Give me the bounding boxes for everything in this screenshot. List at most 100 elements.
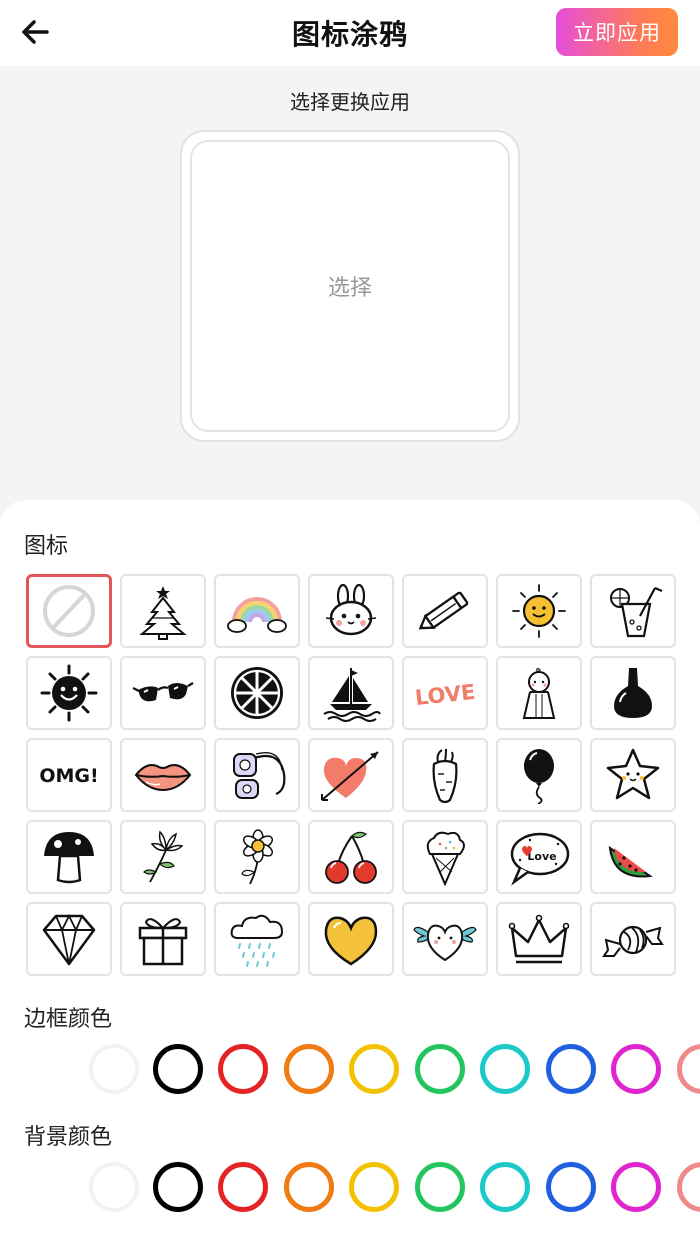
icon-option-heart-arrow[interactable] <box>308 738 394 812</box>
icon-option-crown[interactable] <box>496 902 582 976</box>
icon-grid: LOVE OMG! Love <box>26 574 676 976</box>
border-color-swatch[interactable] <box>546 1044 596 1094</box>
background-color-swatch[interactable] <box>546 1162 596 1212</box>
crown-icon <box>508 914 570 964</box>
border-color-swatch[interactable] <box>611 1044 661 1094</box>
border-color-swatch[interactable] <box>153 1044 203 1094</box>
background-color-swatch[interactable] <box>89 1162 139 1212</box>
icon-option-black-sun[interactable] <box>26 656 112 730</box>
svg-text:LOVE: LOVE <box>414 680 477 710</box>
icon-option-headphones[interactable] <box>214 738 300 812</box>
heart-arrow-icon <box>321 751 379 801</box>
icon-option-pencil[interactable] <box>402 574 488 648</box>
background-color-swatch[interactable] <box>284 1162 334 1212</box>
border-color-swatch[interactable] <box>284 1044 334 1094</box>
icon-option-carrot[interactable] <box>402 738 488 812</box>
icon-option-diamond[interactable] <box>26 902 112 976</box>
icon-option-mushroom[interactable] <box>26 820 112 894</box>
border-color-swatch[interactable] <box>677 1044 700 1094</box>
omg-text-icon: OMG! <box>39 765 98 787</box>
icons-section-label: 图标 <box>24 534 69 559</box>
icon-preview-frame[interactable]: 选择 <box>180 130 520 442</box>
icon-option-christmas-tree[interactable] <box>120 574 206 648</box>
back-button[interactable] <box>20 12 64 52</box>
icon-option-candy[interactable] <box>590 902 676 976</box>
diamond-icon <box>42 913 96 966</box>
border-color-swatch[interactable] <box>480 1044 530 1094</box>
background-color-swatch[interactable] <box>415 1162 465 1212</box>
icon-option-rain-cloud[interactable] <box>214 902 300 976</box>
pencil-icon <box>418 591 469 630</box>
svg-text:Love: Love <box>527 850 556 863</box>
love-speech-bubble-icon: Love <box>510 832 570 886</box>
candy-icon <box>602 925 664 957</box>
background-color-swatch[interactable] <box>349 1162 399 1212</box>
headphones-icon <box>233 752 286 799</box>
mushroom-icon <box>44 832 94 884</box>
background-color-swatch[interactable] <box>677 1162 700 1212</box>
icon-option-balloon[interactable] <box>496 738 582 812</box>
icon-option-omg-text[interactable]: OMG! <box>26 738 112 812</box>
sailboat-icon <box>323 668 381 722</box>
christmas-tree-icon <box>139 586 187 640</box>
icon-option-bunny[interactable] <box>308 574 394 648</box>
daisy-icon <box>241 829 274 885</box>
icon-option-sun-face[interactable] <box>496 574 582 648</box>
icon-option-sailboat[interactable] <box>308 656 394 730</box>
preview-subtitle: 选择更换应用 <box>290 90 410 114</box>
icon-option-love-bubble[interactable]: Love <box>496 820 582 894</box>
border-color-swatch[interactable] <box>415 1044 465 1094</box>
bunny-icon <box>325 583 377 636</box>
border-color-section-label: 边框颜色 <box>24 1007 113 1032</box>
icon-option-gift-box[interactable] <box>120 902 206 976</box>
apply-now-button[interactable]: 立即应用 <box>556 8 678 56</box>
icon-option-yellow-heart[interactable] <box>308 902 394 976</box>
lips-icon <box>134 764 192 792</box>
border-color-swatches <box>0 1040 700 1098</box>
lemonade-icon <box>610 586 663 638</box>
gift-box-icon <box>138 918 188 966</box>
black-sun-icon <box>40 664 98 722</box>
top-bar: 图标涂鸦 立即应用 <box>0 0 700 66</box>
background-color-swatch[interactable] <box>480 1162 530 1212</box>
icon-option-daisy[interactable] <box>214 820 300 894</box>
border-color-swatch[interactable] <box>218 1044 268 1094</box>
icon-option-rainbow[interactable] <box>214 574 300 648</box>
background-color-swatch[interactable] <box>153 1162 203 1212</box>
icon-option-love-text[interactable]: LOVE <box>402 656 488 730</box>
sun-face-icon <box>512 584 566 638</box>
border-color-swatch[interactable] <box>349 1044 399 1094</box>
nail-polish-icon <box>614 668 652 718</box>
icon-option-teru-teru-doll[interactable] <box>496 656 582 730</box>
winged-heart-icon <box>413 924 477 962</box>
icon-option-lemonade[interactable] <box>590 574 676 648</box>
arrow-left-icon <box>22 20 49 44</box>
icon-option-flower-stem[interactable] <box>120 820 206 894</box>
rain-cloud-icon <box>230 914 284 967</box>
icon-option-lemon-slice[interactable] <box>214 656 300 730</box>
select-app-button[interactable]: 选择 <box>190 140 510 432</box>
background-color-swatch[interactable] <box>611 1162 661 1212</box>
icon-option-ice-cream[interactable] <box>402 820 488 894</box>
icon-option-lips[interactable] <box>120 738 206 812</box>
love-text-icon: LOVE <box>414 680 477 710</box>
background-color-swatches <box>0 1158 700 1216</box>
icon-option-winged-heart[interactable] <box>402 902 488 976</box>
icon-option-watermelon[interactable] <box>590 820 676 894</box>
lemon-slice-icon <box>231 667 283 719</box>
svg-text:OMG!: OMG! <box>39 765 98 787</box>
icon-option-sunglasses[interactable] <box>120 656 206 730</box>
select-placeholder: 选择 <box>327 276 372 301</box>
ice-cream-icon <box>426 831 465 886</box>
sunglasses-icon <box>132 682 194 702</box>
background-color-swatch[interactable] <box>218 1162 268 1212</box>
border-color-swatch[interactable] <box>89 1044 139 1094</box>
icon-option-none[interactable] <box>26 574 112 648</box>
yellow-heart-icon <box>324 916 378 966</box>
icon-option-star-face[interactable] <box>590 738 676 812</box>
icon-option-cherries[interactable] <box>308 820 394 894</box>
none-icon <box>43 585 95 637</box>
carrot-icon <box>432 748 458 804</box>
watermelon-icon <box>608 845 653 878</box>
icon-option-nail-polish[interactable] <box>590 656 676 730</box>
